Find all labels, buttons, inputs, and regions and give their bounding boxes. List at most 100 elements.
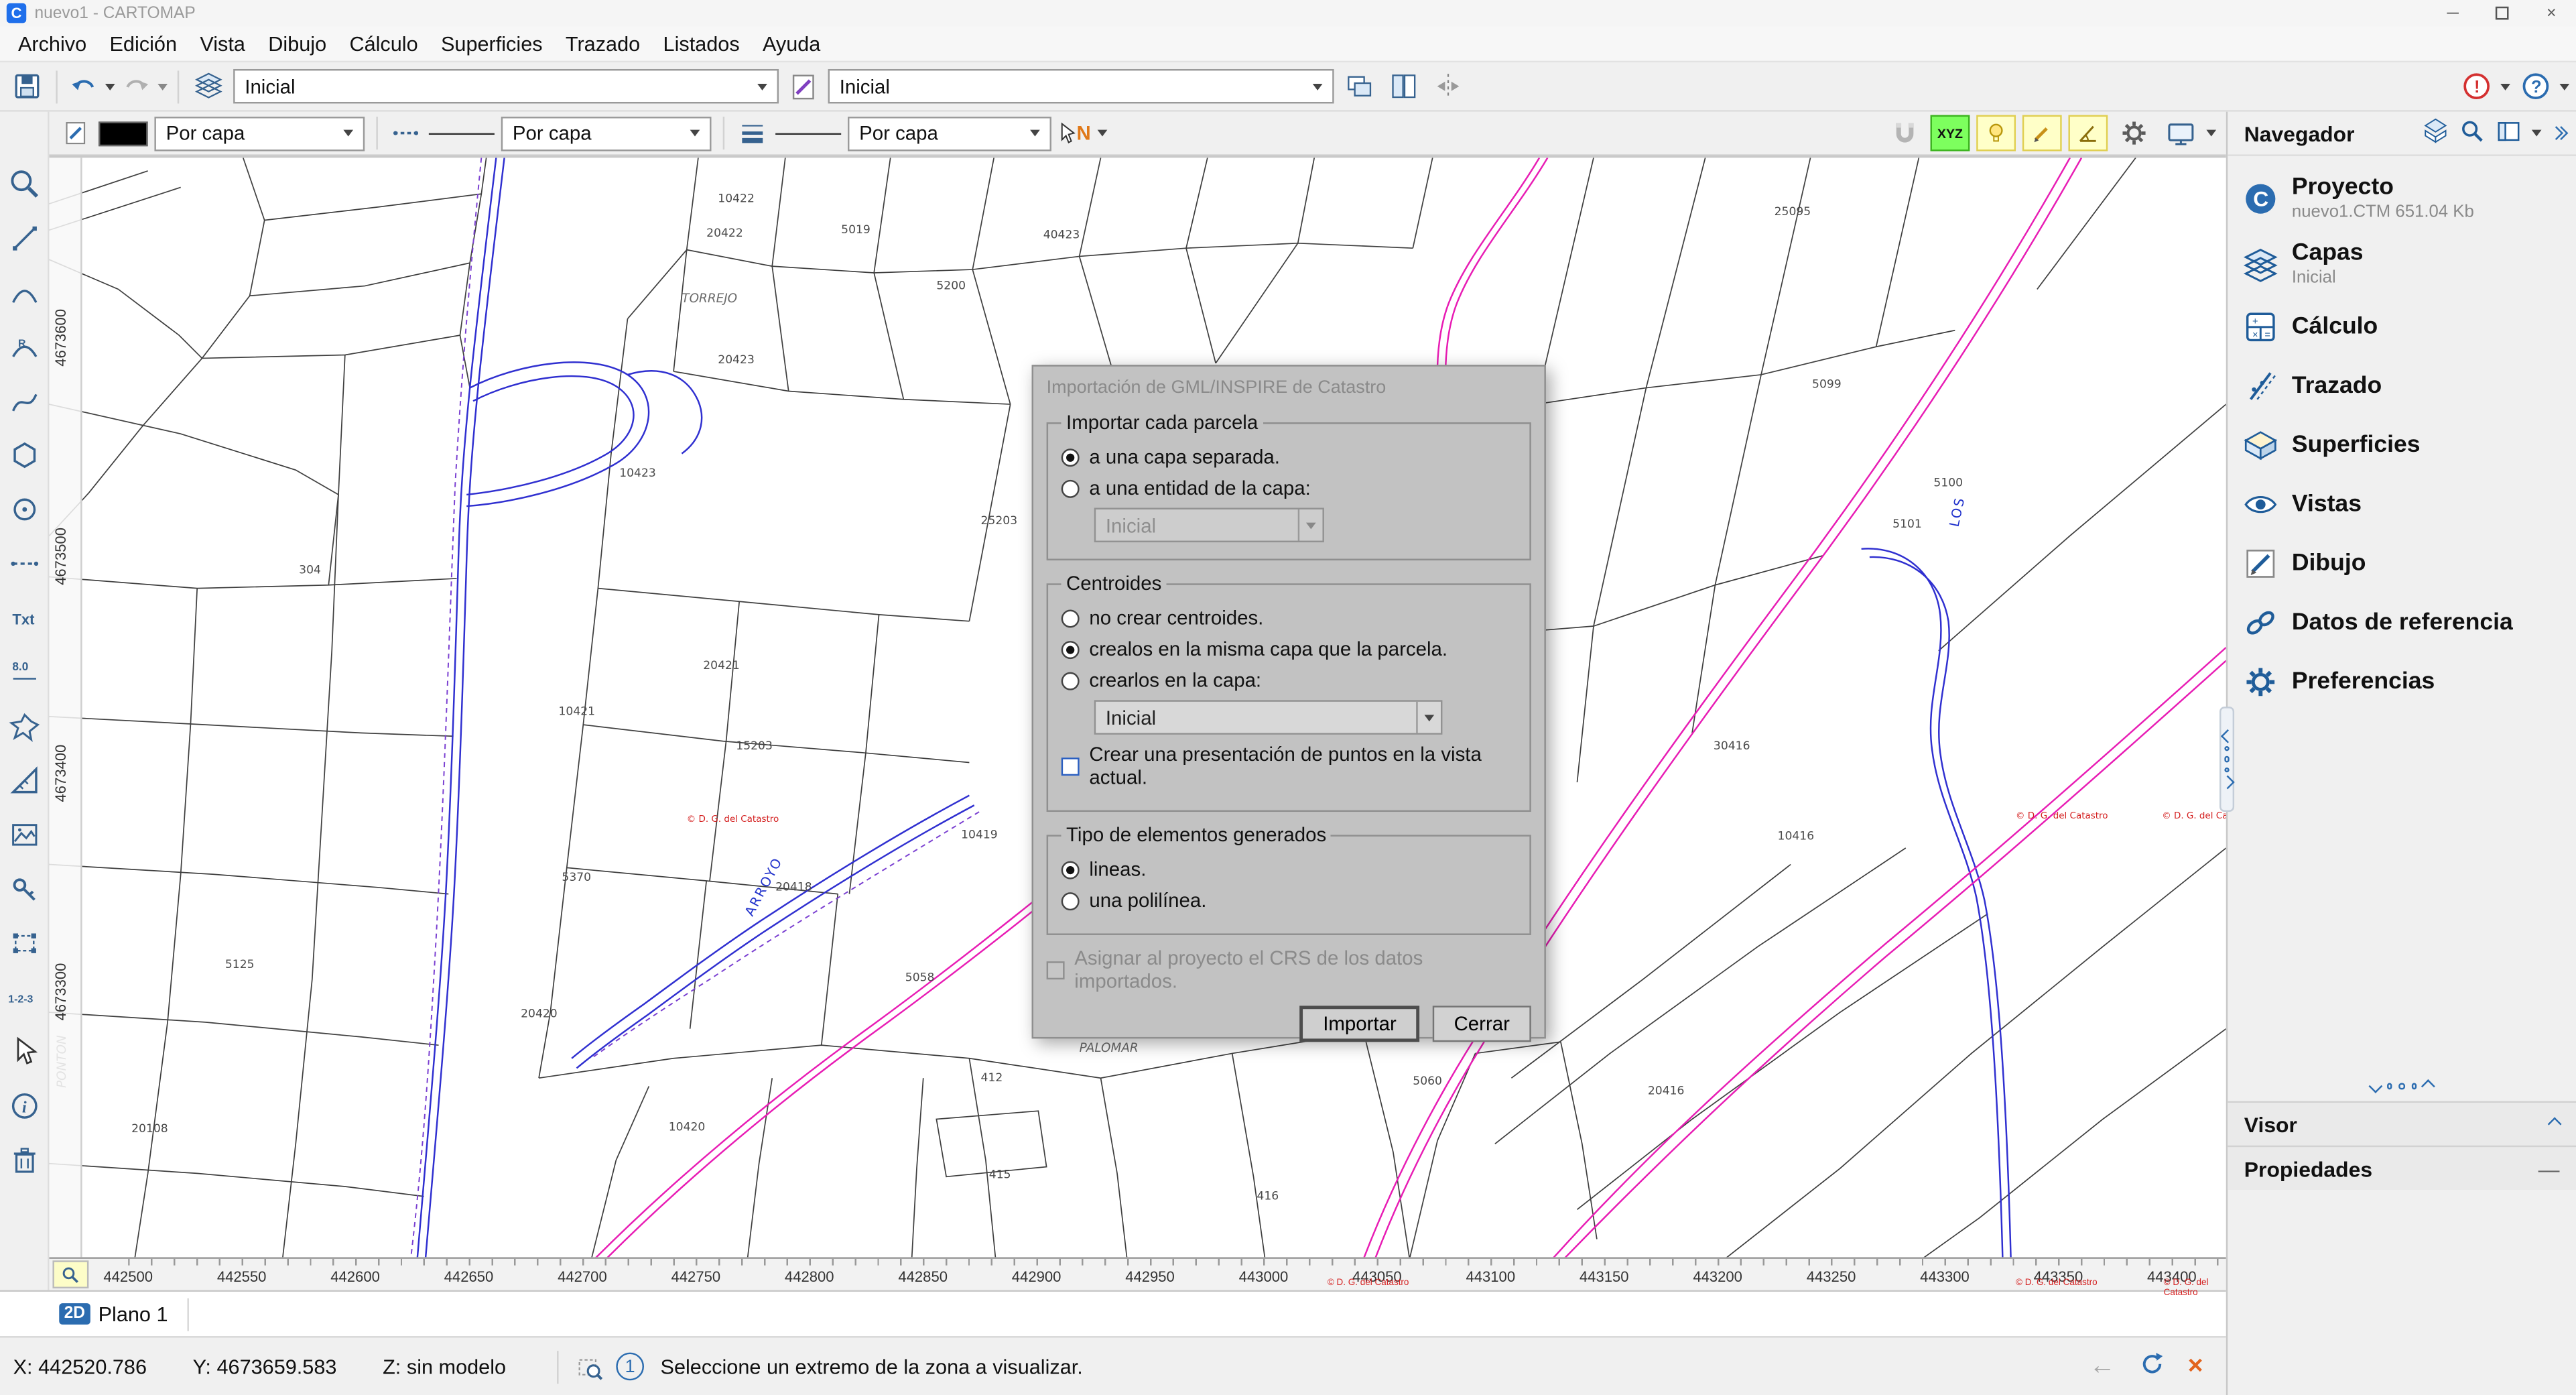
- navigator-expand-icon[interactable]: [2551, 128, 2566, 138]
- redo-dropdown-caret[interactable]: [157, 83, 168, 90]
- display-dropdown-caret[interactable]: [2206, 130, 2216, 137]
- navigator-search-icon[interactable]: [2459, 117, 2486, 149]
- color-combobox[interactable]: Por capa: [154, 116, 365, 150]
- info-tool-button[interactable]: i: [4, 1086, 44, 1124]
- zoom-tool-button[interactable]: [4, 164, 44, 202]
- magnet-snap-icon-button[interactable]: [1884, 113, 1924, 153]
- linetype-icon[interactable]: [389, 115, 422, 151]
- tile-windows-icon-button[interactable]: [1383, 66, 1423, 106]
- active-layer-combobox[interactable]: Inicial: [233, 69, 779, 103]
- settings-gear-icon-button[interactable]: [2114, 113, 2154, 153]
- dashed-line-tool-button[interactable]: [4, 544, 44, 581]
- menu-listados[interactable]: Listados: [651, 29, 751, 58]
- importar-button[interactable]: Importar: [1300, 1006, 1419, 1042]
- propiedades-section-header[interactable]: Propiedades—: [2228, 1146, 2576, 1190]
- checkbox-crear-presentacion-puntos[interactable]: Crear una presentación de puntos en la v…: [1061, 743, 1517, 789]
- radio-no-crear-centroides[interactable]: no crear centroides.: [1061, 607, 1517, 629]
- measure-tool-button[interactable]: [4, 761, 44, 798]
- nav-item-proyecto[interactable]: C Proyectonuevo1.CTM 651.04 Kb: [2228, 166, 2576, 232]
- alerts-icon-button[interactable]: !: [2456, 66, 2496, 106]
- linetype-combobox[interactable]: Por capa: [501, 116, 712, 150]
- nav-item-calculo[interactable]: +×= Cálculo: [2228, 298, 2576, 357]
- color-swatch[interactable]: [99, 121, 148, 145]
- text-tool-button[interactable]: Txt: [4, 598, 44, 635]
- refresh-view-button[interactable]: [2138, 1351, 2165, 1382]
- line-tool-button[interactable]: [4, 219, 44, 256]
- navigator-layout-icon[interactable]: [2496, 117, 2522, 149]
- circle-center-tool-button[interactable]: [4, 490, 44, 528]
- menu-vista[interactable]: Vista: [188, 29, 257, 58]
- spline-tool-button[interactable]: [4, 381, 44, 419]
- draft-pencil-toggle-button[interactable]: [2022, 115, 2062, 151]
- radio-a-una-capa-separada[interactable]: a una capa separada.: [1061, 445, 1517, 468]
- minimize-button[interactable]: ─: [2428, 0, 2477, 26]
- menu-calculo[interactable]: Cálculo: [338, 29, 430, 58]
- nav-item-superficies[interactable]: Superficies: [2228, 416, 2576, 475]
- cancel-command-button[interactable]: ×: [2188, 1351, 2203, 1381]
- arrange-windows-icon-button[interactable]: [1339, 66, 1378, 106]
- menu-superficies[interactable]: Superficies: [430, 29, 554, 58]
- undo-dropdown-caret[interactable]: [105, 83, 115, 90]
- active-view-combobox[interactable]: Inicial: [828, 69, 1334, 103]
- nav-item-vistas[interactable]: Vistas: [2228, 475, 2576, 534]
- radius-arc-tool-button[interactable]: R: [4, 327, 44, 365]
- redo-button[interactable]: [120, 68, 153, 105]
- menu-trazado[interactable]: Trazado: [554, 29, 652, 58]
- delete-tool-button[interactable]: [4, 1140, 44, 1178]
- pen-properties-icon[interactable]: [59, 115, 92, 151]
- menu-ayuda[interactable]: Ayuda: [751, 29, 832, 58]
- lineweight-combobox[interactable]: Por capa: [848, 116, 1051, 150]
- close-button[interactable]: ×: [2526, 0, 2576, 26]
- nav-item-datos-de-referencia[interactable]: Datos de referencia: [2228, 593, 2576, 652]
- cerrar-button[interactable]: Cerrar: [1433, 1006, 1531, 1042]
- radio-a-una-entidad-de-la-capa[interactable]: a una entidad de la capa:: [1061, 477, 1517, 499]
- auxiliary-dotted-lines: [411, 158, 979, 1257]
- display-monitor-icon-button[interactable]: [2161, 113, 2200, 153]
- navigator-grid-icon[interactable]: [2422, 117, 2450, 149]
- nav-item-dibujo[interactable]: Dibujo: [2228, 534, 2576, 593]
- radio-lineas[interactable]: lineas.: [1061, 858, 1517, 881]
- visor-section-header[interactable]: Visor: [2228, 1101, 2576, 1146]
- menu-dibujo[interactable]: Dibujo: [257, 29, 338, 58]
- menu-archivo[interactable]: Archivo: [7, 29, 99, 58]
- bottom-collapse-handle[interactable]: [2228, 1071, 2576, 1101]
- radio-una-polilinea[interactable]: una polilínea.: [1061, 889, 1517, 912]
- maximize-button[interactable]: [2477, 0, 2527, 26]
- zoom-window-icon[interactable]: [574, 1348, 606, 1384]
- menu-edicion[interactable]: Edición: [98, 29, 188, 58]
- arc-tool-button[interactable]: [4, 273, 44, 310]
- numbering-tool-button[interactable]: 1-2-3: [4, 978, 44, 1016]
- save-button[interactable]: [7, 66, 46, 106]
- ruler-corner-icon[interactable]: [52, 1260, 88, 1288]
- panel-collapse-handle[interactable]: [2219, 707, 2234, 812]
- numeric-label-tool-button[interactable]: 8.0: [4, 652, 44, 690]
- help-dropdown-caret[interactable]: [2559, 83, 2569, 90]
- polygon-tool-button[interactable]: [4, 436, 44, 473]
- xyz-coordinates-button[interactable]: XYZ: [1931, 115, 1970, 151]
- angle-toggle-button[interactable]: [2068, 115, 2108, 151]
- georeference-key-tool-button[interactable]: [4, 869, 44, 907]
- radio-crealos-en-la-misma-capa[interactable]: crealos en la misma capa que la parcela.: [1061, 638, 1517, 660]
- nav-item-capas[interactable]: CapasInicial: [2228, 232, 2576, 298]
- select-cursor-tool-button[interactable]: [4, 1032, 44, 1070]
- vertex-polygon-tool-button[interactable]: [4, 707, 44, 744]
- snap-dropdown-caret[interactable]: [1098, 130, 1108, 137]
- navigator-layout-caret[interactable]: [2532, 130, 2542, 137]
- lineweight-icon[interactable]: [736, 115, 769, 151]
- nav-item-trazado[interactable]: Trazado: [2228, 357, 2576, 416]
- tab-plano-1[interactable]: 2D Plano 1: [50, 1297, 190, 1330]
- undo-button[interactable]: [68, 68, 101, 105]
- combo-centroides-capa[interactable]: Inicial: [1094, 700, 1443, 734]
- selection-frame-tool-button[interactable]: [4, 924, 44, 961]
- help-icon-button[interactable]: ?: [2515, 66, 2555, 106]
- alerts-dropdown-caret[interactable]: [2500, 83, 2510, 90]
- visor-collapse-icon[interactable]: [2548, 1117, 2562, 1131]
- nav-item-preferencias[interactable]: Preferencias: [2228, 652, 2576, 711]
- propiedades-collapse-icon[interactable]: —: [2538, 1156, 2560, 1181]
- previous-view-button[interactable]: ←: [2089, 1351, 2116, 1381]
- snap-cursor-icon[interactable]: N: [1058, 115, 1091, 151]
- image-tool-button[interactable]: [4, 815, 44, 853]
- radio-crearlos-en-la-capa[interactable]: crearlos en la capa:: [1061, 669, 1517, 692]
- lightbulb-toggle-button[interactable]: [1976, 115, 2016, 151]
- split-view-icon-button[interactable]: [1427, 66, 1467, 106]
